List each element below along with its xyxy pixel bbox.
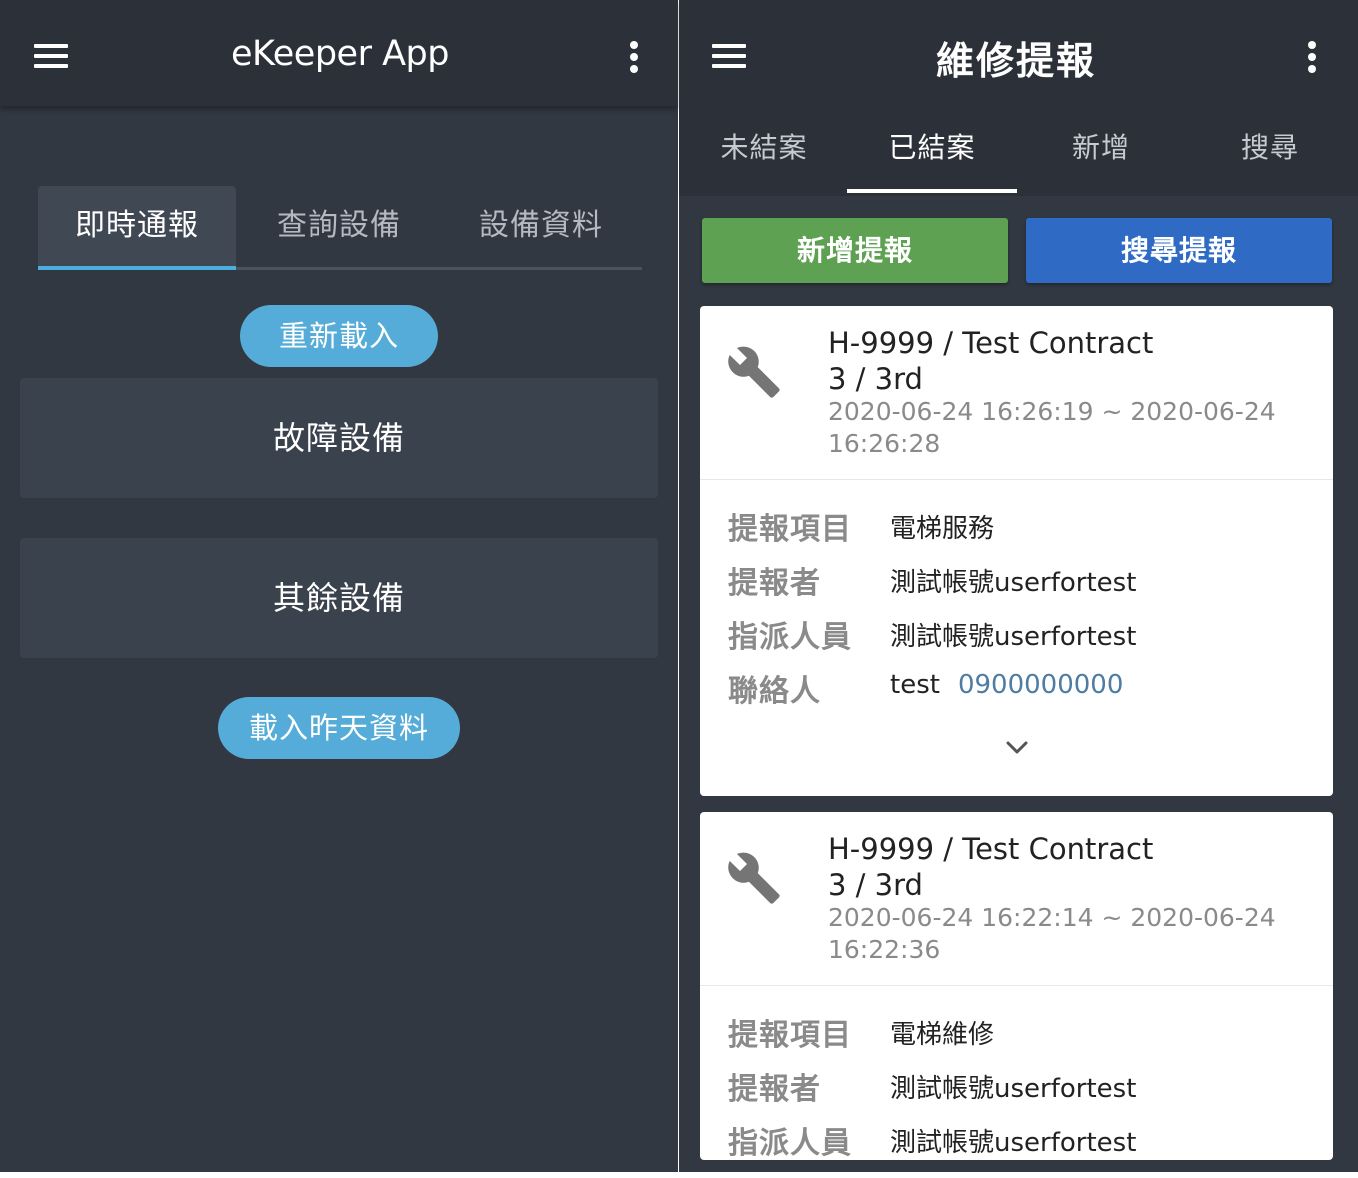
new-report-button[interactable]: 新增提報 (702, 218, 1008, 283)
right-screen: 維修提報 未結案 已結案 新增 搜尋 新增提報 搜尋提報 H-9999 / Te… (679, 0, 1358, 1172)
contact-value: test 0900000000 (890, 670, 1123, 700)
field-label: 聯絡人 (728, 674, 821, 709)
app-bar: eKeeper App (0, 0, 678, 106)
report-card[interactable]: H-9999 / Test Contract 3 / 3rd 2020-06-2… (700, 812, 1333, 1160)
app-bar: 維修提報 未結案 已結案 新增 搜尋 (679, 0, 1358, 196)
more-vert-icon[interactable] (1307, 41, 1317, 73)
field-value: 測試帳號userfortest (890, 1074, 1137, 1104)
field-label: 指派人員 (728, 1126, 852, 1160)
report-card-header: H-9999 / Test Contract 3 / 3rd 2020-06-2… (700, 306, 1333, 480)
load-yesterday-button[interactable]: 載入昨天資料 (218, 697, 460, 759)
realtime-tabs: 即時通報 查詢設備 設備資料 (38, 186, 642, 270)
chevron-down-icon[interactable] (1004, 738, 1030, 756)
tab-query-equipment[interactable]: 查詢設備 (240, 186, 438, 270)
time-range-text: 2020-06-24 16:22:14 ~ 2020-06-24 16:22:3… (828, 903, 1276, 964)
report-card[interactable]: H-9999 / Test Contract 3 / 3rd 2020-06-2… (700, 306, 1333, 796)
faulty-equipment-section[interactable]: 故障設備 (20, 378, 658, 498)
field-label: 提報者 (728, 566, 821, 601)
tab-add[interactable]: 新增 (1016, 126, 1186, 166)
page-title: 維修提報 (935, 39, 1096, 83)
tab-closed[interactable]: 已結案 (847, 126, 1017, 166)
menu-icon[interactable] (712, 44, 746, 68)
wrench-icon (728, 852, 780, 904)
field-label: 指派人員 (728, 620, 852, 655)
contract-text: H-9999 / Test Contract (828, 832, 1154, 866)
field-value: 測試帳號userfortest (890, 568, 1137, 598)
tab-realtime-report[interactable]: 即時通報 (38, 186, 236, 270)
report-card-header: H-9999 / Test Contract 3 / 3rd 2020-06-2… (700, 812, 1333, 986)
field-value: 電梯維修 (890, 1020, 995, 1050)
time-range-text: 2020-06-24 16:26:19 ~ 2020-06-24 16:26:2… (828, 397, 1276, 458)
tab-open[interactable]: 未結案 (679, 126, 849, 166)
floor-text: 3 / 3rd (828, 362, 923, 396)
field-value: 電梯服務 (890, 514, 995, 544)
field-label: 提報項目 (728, 512, 852, 547)
field-label: 提報項目 (728, 1018, 852, 1053)
field-value: 測試帳號userfortest (890, 622, 1137, 652)
floor-text: 3 / 3rd (828, 868, 923, 902)
reload-button[interactable]: 重新載入 (240, 305, 438, 367)
field-value: 測試帳號userfortest (890, 1128, 1137, 1158)
menu-icon[interactable] (34, 44, 68, 68)
field-label: 提報者 (728, 1072, 821, 1107)
contract-text: H-9999 / Test Contract (828, 326, 1154, 360)
tab-equipment-data[interactable]: 設備資料 (442, 186, 640, 270)
contact-phone-link[interactable]: 0900000000 (958, 670, 1123, 700)
more-vert-icon[interactable] (629, 41, 639, 73)
active-tab-indicator (847, 189, 1017, 193)
search-report-button[interactable]: 搜尋提報 (1026, 218, 1332, 283)
other-equipment-section[interactable]: 其餘設備 (20, 538, 658, 658)
contact-name: test (890, 670, 940, 700)
left-screen: eKeeper App 即時通報 查詢設備 設備資料 重新載入 故障設備 其餘設… (0, 0, 678, 1172)
app-title: eKeeper App (231, 34, 449, 74)
wrench-icon (728, 346, 780, 398)
tab-search[interactable]: 搜尋 (1185, 126, 1355, 166)
